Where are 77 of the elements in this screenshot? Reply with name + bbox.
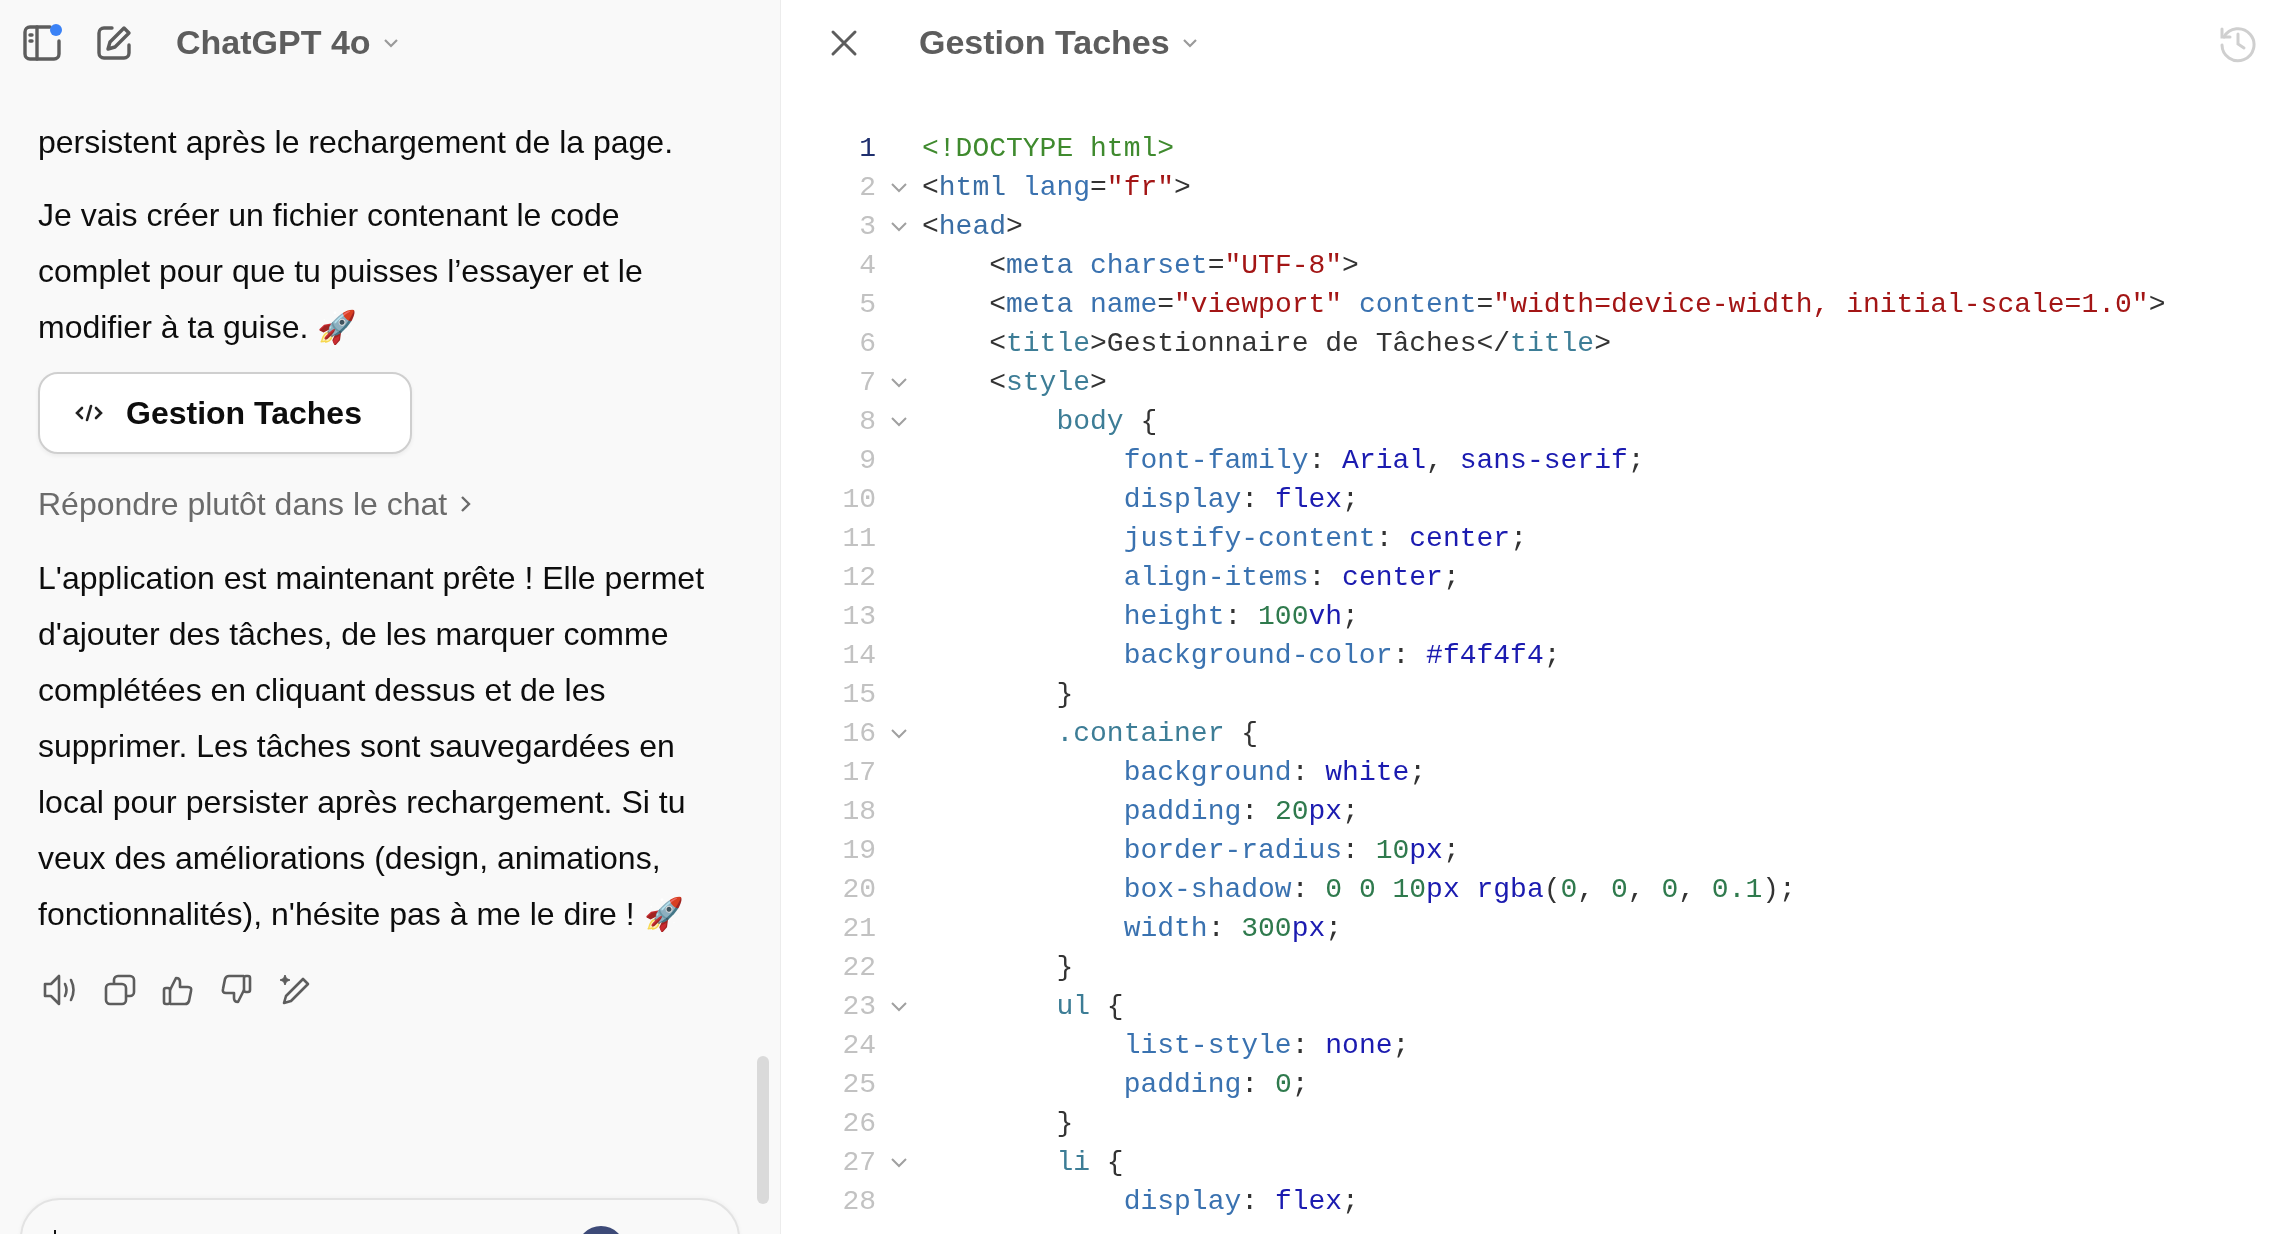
fold-chevron-icon[interactable] xyxy=(890,181,908,194)
line-number: 10 xyxy=(841,484,876,515)
code-icon xyxy=(74,403,104,423)
line-number: 13 xyxy=(841,601,876,632)
line-number: 5 xyxy=(858,289,876,320)
code-line: ul { xyxy=(1055,991,1124,1022)
code-line: background: white; xyxy=(1122,757,1427,788)
code-line: padding: 20px; xyxy=(1122,796,1359,827)
line-number: 16 xyxy=(841,718,876,749)
code-line: body { xyxy=(1055,406,1158,437)
line-number: 6 xyxy=(858,328,876,359)
code-line: background-color: #f4f4f4; xyxy=(1122,640,1561,671)
line-number: 20 xyxy=(841,874,876,905)
code-line: li { xyxy=(1055,1147,1124,1178)
message-text: L'application est maintenant prête ! Elle permet d'ajouter des tâches, de les marquer comme complétées en cliquant dessus et de les supprimer. Les tâches sont sauvegardées en local pour persister après rechargement. Si tu veux des améliorations (design, animations, fonctionnalités), n'hésite pas à me le dire ! 🚀 xyxy=(38,559,706,934)
line-number: 25 xyxy=(841,1069,876,1100)
line-number: 12 xyxy=(841,562,876,593)
code-line: border-radius: 10px; xyxy=(1122,835,1460,866)
code-line: height: 100vh; xyxy=(1122,601,1359,632)
copy-icon[interactable] xyxy=(104,974,136,1006)
line-number: 27 xyxy=(841,1147,876,1178)
line-number: 15 xyxy=(841,679,876,710)
code-line: <style> xyxy=(988,367,1107,398)
line-number: 7 xyxy=(858,367,876,398)
fold-chevron-icon[interactable] xyxy=(890,727,908,740)
line-number: 24 xyxy=(841,1030,876,1061)
canvas-button[interactable]: Gestion Taches xyxy=(38,372,412,454)
code-line: width: 300px; xyxy=(1122,913,1343,944)
code-line: <meta charset="UTF-8"> xyxy=(988,250,1359,281)
speaker-icon[interactable] xyxy=(42,973,78,1007)
code-line: justify-content: center; xyxy=(1122,523,1527,554)
code-line: } xyxy=(1055,679,1074,710)
line-number: 22 xyxy=(841,952,876,983)
line-number: 14 xyxy=(841,640,876,671)
fold-chevron-icon[interactable] xyxy=(890,415,908,428)
code-line: align-items: center; xyxy=(1122,562,1460,593)
code-line: padding: 0; xyxy=(1122,1069,1309,1100)
thumbs-down-icon[interactable] xyxy=(220,974,252,1006)
code-line: <meta name="viewport" content="width=device-width, initial-scale=1.0"> xyxy=(988,289,2166,320)
line-number: 4 xyxy=(858,250,876,281)
line-number: 9 xyxy=(858,445,876,476)
code-line: .container { xyxy=(1055,718,1259,749)
scrollbar[interactable] xyxy=(757,1056,769,1204)
line-number: 23 xyxy=(841,991,876,1022)
code-line: box-shadow: 0 0 10px rgba(0, 0, 0, 0.1); xyxy=(1122,874,1796,905)
line-number: 8 xyxy=(858,406,876,437)
line-number: 28 xyxy=(841,1186,876,1217)
fold-chevron-icon[interactable] xyxy=(890,1000,908,1013)
code-line: list-style: none; xyxy=(1122,1030,1410,1061)
reply-link[interactable]: Répondre plutôt dans le chat xyxy=(38,476,474,532)
code-line: <!DOCTYPE html> xyxy=(922,133,1175,164)
message-text: Je vais créer un fichier contenant le code complet pour que tu puisses l’essayer et le modifier à ta guise. 🚀 xyxy=(38,196,644,347)
edit-sparkle-icon[interactable] xyxy=(278,973,312,1007)
code-line: display: flex; xyxy=(1122,484,1359,515)
line-number: 2 xyxy=(858,172,876,203)
line-number: 11 xyxy=(841,523,876,554)
model-selector[interactable]: ChatGPT 4o xyxy=(176,23,401,62)
line-number: 21 xyxy=(841,913,876,944)
code-line: } xyxy=(1055,1108,1074,1139)
code-line: <head> xyxy=(922,211,1023,242)
message-text: persistent après le rechargement de la page. xyxy=(38,123,674,162)
line-number: 1 xyxy=(858,133,876,164)
fold-chevron-icon[interactable] xyxy=(890,376,908,389)
line-number: 19 xyxy=(841,835,876,866)
code-line: <title>Gestionnaire de Tâches</title> xyxy=(988,328,1611,359)
document-title[interactable]: Gestion Taches xyxy=(919,23,1200,62)
code-line: } xyxy=(1055,952,1074,983)
code-line: <html lang="fr"> xyxy=(922,172,1191,203)
code-line: font-family: Arial, sans-serif; xyxy=(1122,445,1645,476)
fold-chevron-icon[interactable] xyxy=(890,1156,908,1169)
line-number: 18 xyxy=(841,796,876,827)
line-number: 26 xyxy=(841,1108,876,1139)
line-number: 17 xyxy=(841,757,876,788)
line-number: 3 xyxy=(858,211,876,242)
fold-chevron-icon[interactable] xyxy=(890,220,908,233)
thumbs-up-icon[interactable] xyxy=(162,974,194,1006)
code-line: display: flex; xyxy=(1122,1186,1359,1217)
